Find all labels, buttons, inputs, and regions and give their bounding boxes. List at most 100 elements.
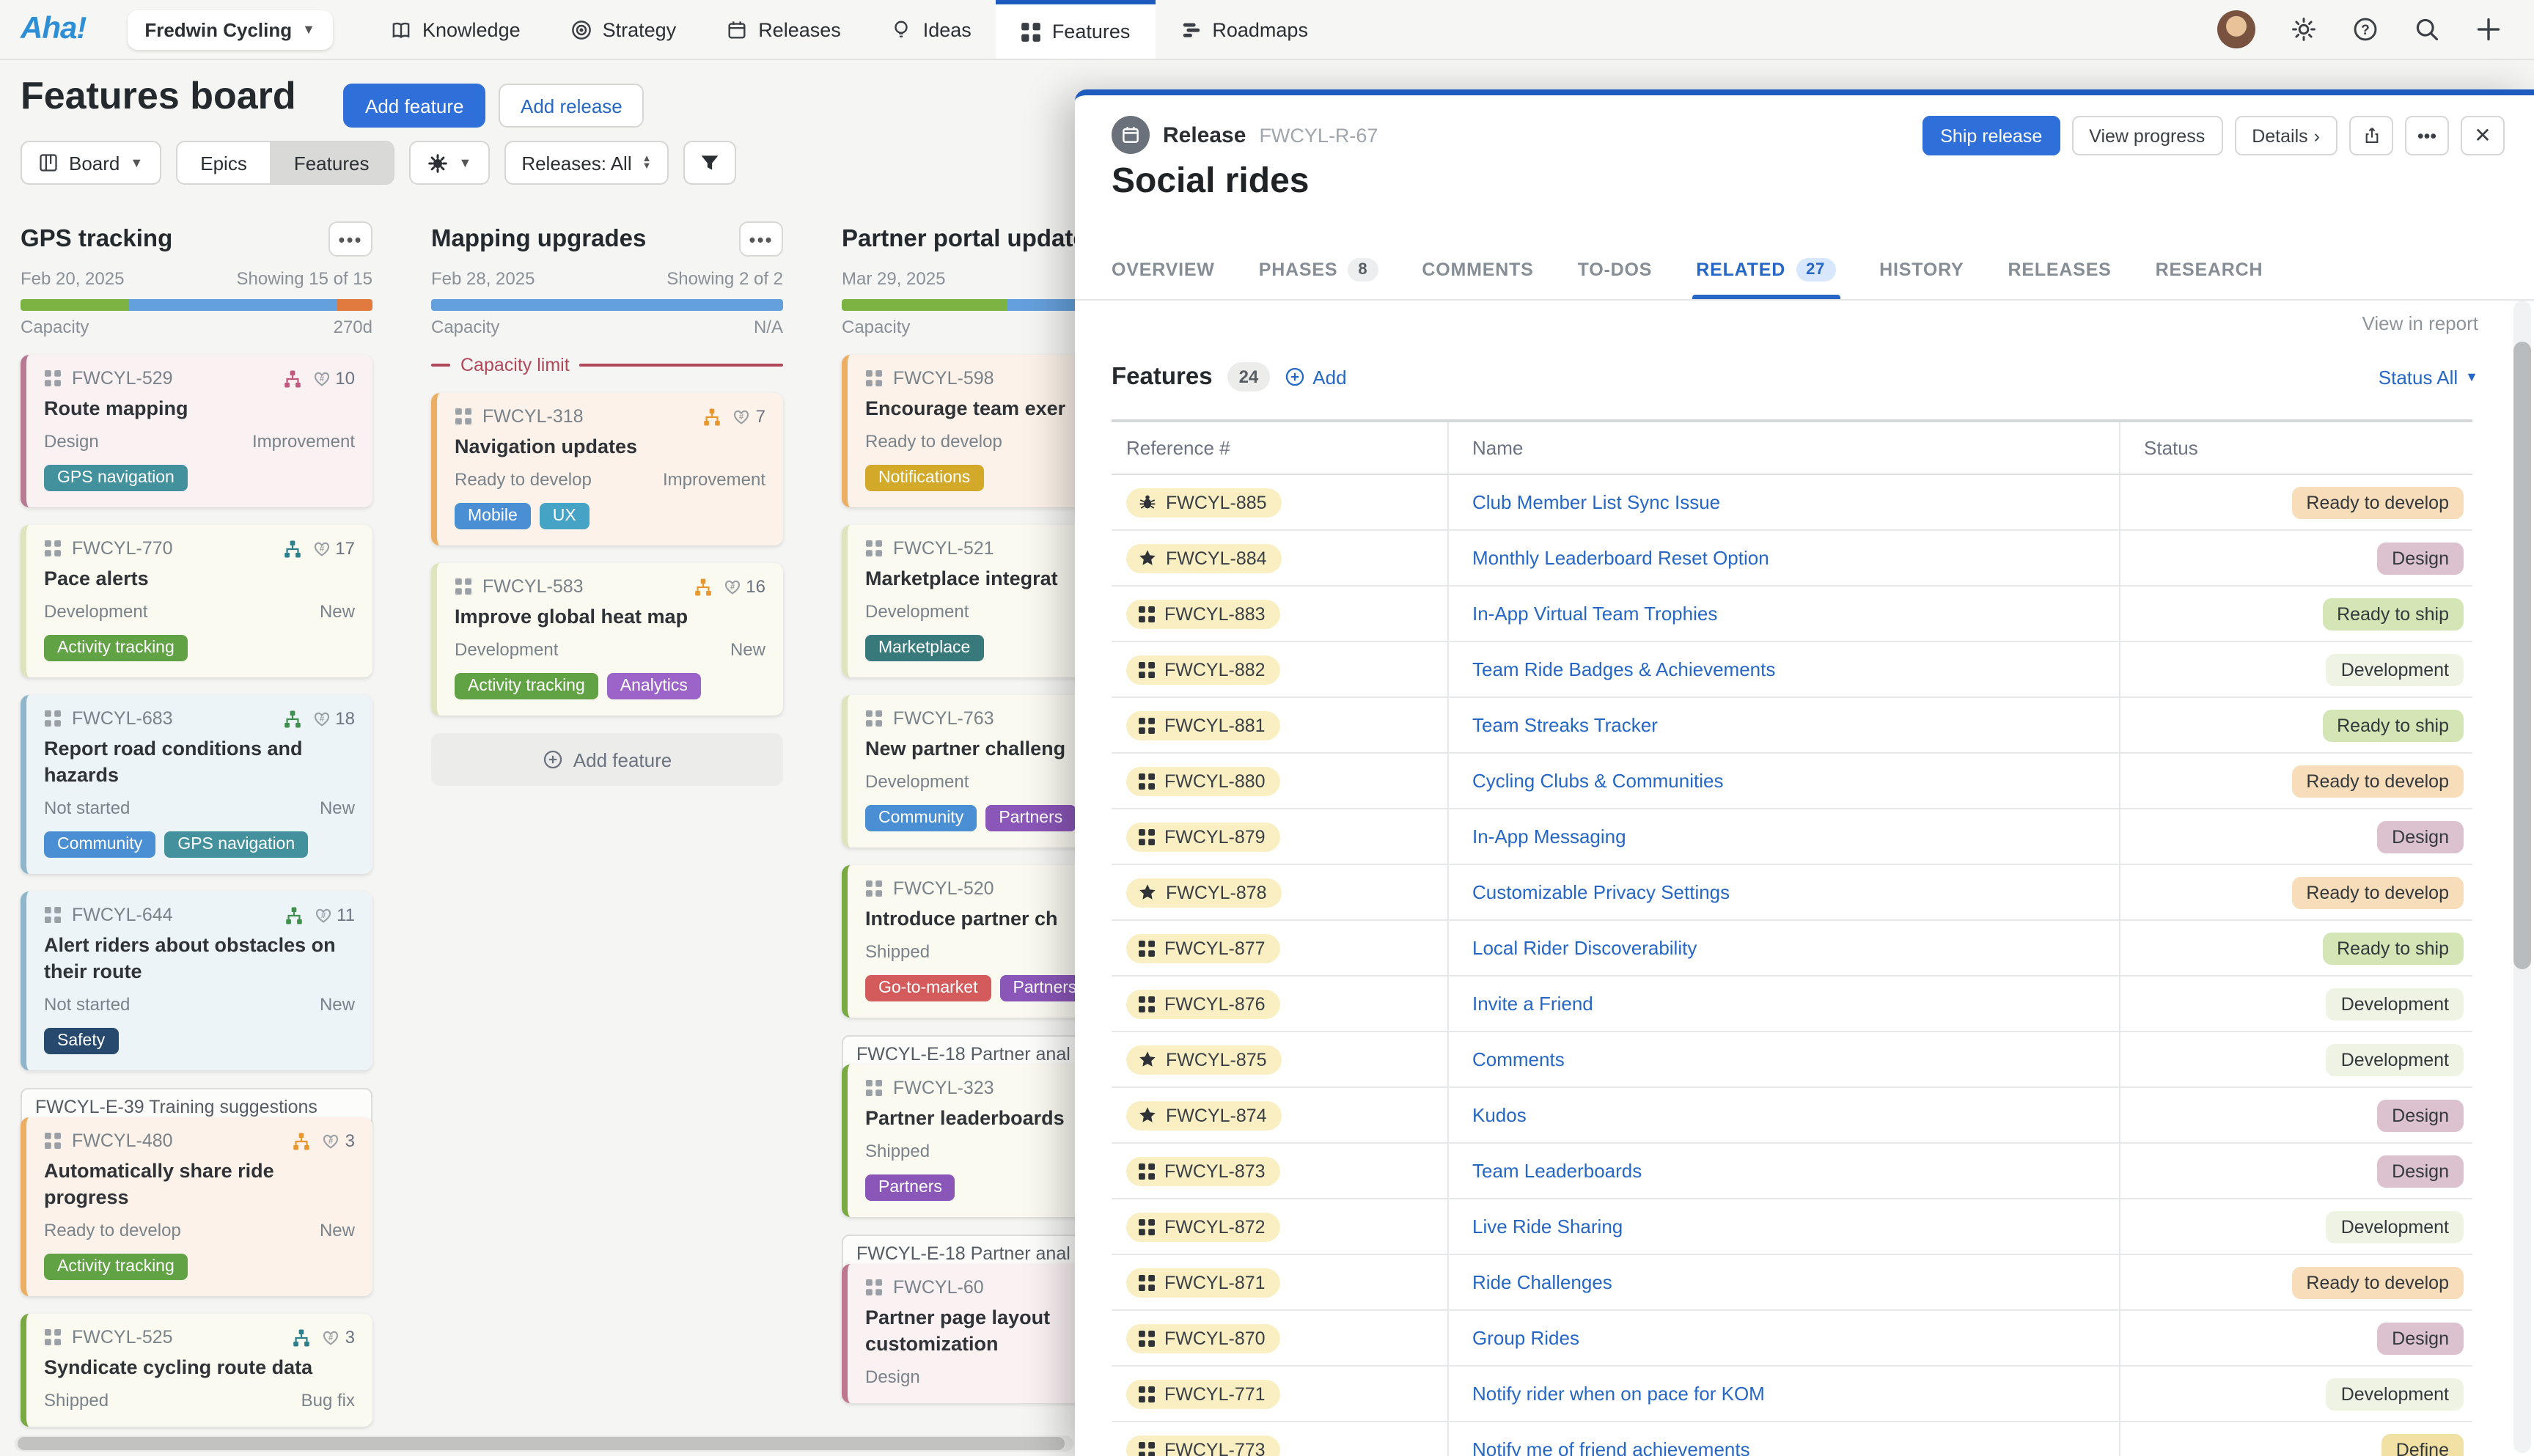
aha-logo[interactable]: Aha!	[21, 0, 86, 59]
feature-link[interactable]: Club Member List Sync Issue	[1472, 491, 1720, 513]
tag[interactable]: Safety	[44, 1028, 118, 1054]
feature-ref-pill[interactable]: FWCYL-875	[1126, 1045, 1282, 1074]
avatar[interactable]	[2217, 10, 2255, 48]
status-badge[interactable]: Ready to ship	[2322, 598, 2464, 630]
feature-link[interactable]: Team Leaderboards	[1472, 1160, 1642, 1182]
feature-link[interactable]: In-App Messaging	[1472, 826, 1626, 848]
feature-link[interactable]: Notify rider when on pace for KOM	[1472, 1383, 1765, 1405]
feature-card[interactable]: FWCYL-529#10 Route mapping DesignImprove…	[21, 355, 372, 507]
tag[interactable]: Activity tracking	[44, 635, 188, 661]
status-badge[interactable]: Ready to develop	[2291, 486, 2464, 518]
search-icon[interactable]	[2414, 16, 2440, 43]
status-badge[interactable]: Design	[2377, 1322, 2464, 1354]
feature-link[interactable]: In-App Virtual Team Trophies	[1472, 603, 1717, 625]
feature-ref-pill[interactable]: FWCYL-872	[1126, 1212, 1280, 1241]
feature-link[interactable]: Live Ride Sharing	[1472, 1216, 1623, 1238]
view-in-report-link[interactable]: View in report	[2362, 312, 2479, 334]
feature-link[interactable]: Team Ride Badges & Achievements	[1472, 658, 1775, 680]
feature-ref-pill[interactable]: FWCYL-876	[1126, 989, 1280, 1018]
feature-ref-pill[interactable]: FWCYL-874	[1126, 1100, 1282, 1130]
feature-ref-pill[interactable]: FWCYL-771	[1126, 1379, 1280, 1408]
nav-item-releases[interactable]: Releases	[701, 0, 866, 59]
tag[interactable]: Mobile	[455, 503, 531, 529]
tab-releases[interactable]: RELEASES	[2008, 240, 2112, 299]
toggle-features[interactable]: Features	[271, 142, 393, 183]
feature-card[interactable]: FWCYL-644#11 Alert riders about obstacle…	[21, 891, 372, 1070]
tab-phases[interactable]: PHASES8	[1259, 240, 1378, 299]
filter-button[interactable]	[684, 141, 737, 185]
status-badge[interactable]: Ready to develop	[2291, 1266, 2464, 1298]
status-badge[interactable]: Ready to ship	[2322, 709, 2464, 741]
add-release-button[interactable]: Add release	[499, 84, 644, 128]
feature-link[interactable]: Group Rides	[1472, 1327, 1579, 1349]
releases-filter[interactable]: Releases: All ▲▼	[504, 141, 669, 185]
nav-item-knowledge[interactable]: Knowledge	[365, 0, 546, 59]
tag[interactable]: Go-to-market	[865, 975, 991, 1001]
feature-link[interactable]: Kudos	[1472, 1104, 1527, 1126]
tab-history[interactable]: HISTORY	[1879, 240, 1964, 299]
feature-ref-pill[interactable]: FWCYL-871	[1126, 1268, 1280, 1297]
tab-related[interactable]: RELATED27	[1696, 240, 1835, 299]
feature-ref-pill[interactable]: FWCYL-882	[1126, 655, 1280, 684]
help-icon[interactable]: ?	[2352, 16, 2379, 43]
feature-link[interactable]: Customizable Privacy Settings	[1472, 881, 1730, 903]
view-selector-board[interactable]: Board ▼	[21, 141, 161, 185]
tag[interactable]: Analytics	[607, 673, 701, 699]
feature-ref-pill[interactable]: FWCYL-877	[1126, 933, 1280, 963]
board-settings-button[interactable]: ▼	[408, 141, 489, 185]
feature-link[interactable]: Invite a Friend	[1472, 993, 1593, 1015]
vertical-scrollbar-thumb[interactable]	[2513, 342, 2531, 969]
column-menu-button[interactable]: •••	[739, 221, 783, 257]
share-button[interactable]	[2349, 116, 2393, 155]
tag[interactable]: Activity tracking	[455, 673, 598, 699]
status-badge[interactable]: Development	[2326, 1210, 2464, 1243]
feature-ref-pill[interactable]: FWCYL-870	[1126, 1323, 1280, 1353]
tag[interactable]: UX	[540, 503, 590, 529]
tag[interactable]: GPS navigation	[164, 831, 308, 858]
feature-card[interactable]: FWCYL-525#3 Syndicate cycling route data…	[21, 1314, 372, 1427]
feature-ref-pill[interactable]: FWCYL-884	[1126, 543, 1282, 573]
tag[interactable]: Community	[44, 831, 155, 858]
status-badge[interactable]: Design	[2377, 1155, 2464, 1187]
add-feature-ghost-button[interactable]: Add feature	[431, 733, 783, 786]
view-progress-button[interactable]: View progress	[2071, 116, 2222, 155]
status-badge[interactable]: Ready to ship	[2322, 932, 2464, 964]
details-button[interactable]: Details›	[2234, 116, 2337, 155]
nav-item-strategy[interactable]: Strategy	[546, 0, 702, 59]
ship-release-button[interactable]: Ship release	[1922, 116, 2060, 155]
status-badge[interactable]: Development	[2326, 988, 2464, 1020]
status-badge[interactable]: Design	[2377, 1099, 2464, 1131]
feature-ref-pill[interactable]: FWCYL-881	[1126, 710, 1280, 740]
tag[interactable]: GPS navigation	[44, 465, 188, 491]
feature-link[interactable]: Monthly Leaderboard Reset Option	[1472, 547, 1769, 569]
add-related-feature-link[interactable]: Add	[1285, 366, 1346, 388]
horizontal-scrollbar-thumb[interactable]	[18, 1437, 1065, 1450]
status-badge[interactable]: Development	[2326, 1043, 2464, 1076]
feature-ref-pill[interactable]: FWCYL-773	[1126, 1435, 1280, 1456]
add-feature-button[interactable]: Add feature	[343, 84, 485, 128]
feature-card[interactable]: FWCYL-318#7 Navigation updates Ready to …	[431, 393, 783, 545]
feature-card[interactable]: FWCYL-480#3 Automatically share ride pro…	[21, 1117, 372, 1296]
status-badge[interactable]: Development	[2326, 1378, 2464, 1410]
nav-item-features[interactable]: Features	[996, 0, 1156, 59]
status-filter-dropdown[interactable]: Status All▼	[2379, 366, 2478, 388]
feature-link[interactable]: Cycling Clubs & Communities	[1472, 770, 1723, 792]
project-selector[interactable]: Fredwin Cycling ▼	[127, 10, 333, 49]
plus-icon[interactable]	[2475, 16, 2502, 43]
toggle-epics[interactable]: Epics	[177, 142, 271, 183]
feature-link[interactable]: Notify me of friend achievements	[1472, 1438, 1750, 1456]
tab-research[interactable]: RESEARCH	[2156, 240, 2263, 299]
status-badge[interactable]: Design	[2377, 820, 2464, 853]
tag[interactable]: Partners	[865, 1174, 955, 1201]
tab-comments[interactable]: COMMENTS	[1422, 240, 1533, 299]
tag[interactable]: Activity tracking	[44, 1254, 188, 1280]
feature-link[interactable]: Comments	[1472, 1048, 1565, 1070]
feature-link[interactable]: Local Rider Discoverability	[1472, 937, 1697, 959]
feature-ref-pill[interactable]: FWCYL-880	[1126, 766, 1280, 795]
feature-card[interactable]: FWCYL-683#18 Report road conditions and …	[21, 695, 372, 874]
feature-ref-pill[interactable]: FWCYL-878	[1126, 878, 1282, 907]
feature-card[interactable]: FWCYL-770#17 Pace alerts DevelopmentNew …	[21, 525, 372, 677]
nav-item-ideas[interactable]: Ideas	[866, 0, 996, 59]
nav-item-roadmaps[interactable]: Roadmaps	[1155, 0, 1333, 59]
tab-todos[interactable]: TO-DOS	[1578, 240, 1653, 299]
